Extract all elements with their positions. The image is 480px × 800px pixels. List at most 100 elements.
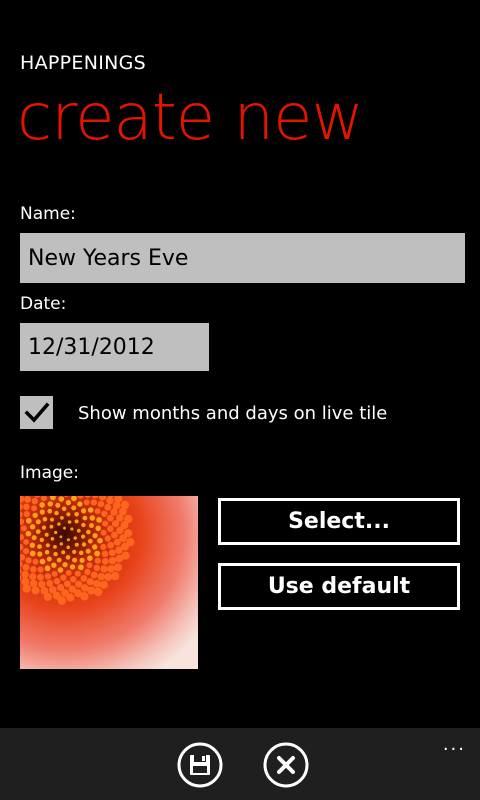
flower-floret [93,564,101,572]
flower-floret [89,515,96,521]
flower-floret [20,525,27,532]
flower-floret [50,537,55,541]
flower-floret [90,499,98,506]
flower-floret [53,551,58,557]
flower-floret [86,562,93,569]
flower-floret [30,566,37,573]
app-bar: ... [0,728,480,800]
flower-floret [86,578,94,586]
flower-floret [72,549,77,554]
date-label: Date: [20,294,67,314]
flower-floret [57,567,64,573]
flower-image [20,496,198,669]
flower-floret [31,505,38,512]
flower-floret [25,530,32,537]
flower-floret [47,501,53,507]
flower-floret [101,558,109,565]
flower-floret [87,555,93,561]
flower-floret [44,573,52,580]
flower-floret [23,539,29,545]
flower-floret [94,557,101,564]
flower-floret [39,558,46,565]
flower-floret [38,580,46,588]
flower-floret [110,531,118,539]
flower-floret [102,520,109,527]
page-title: create new [17,81,364,155]
flower-floret [29,542,35,548]
flower-floret [101,510,108,517]
image-preview [20,496,198,669]
app-title: HAPPENINGS [20,52,147,74]
flower-floret [32,558,39,565]
flower-floret [41,525,47,530]
flower-floret [78,550,84,556]
flower-floret [77,501,83,507]
flower-floret [60,516,64,520]
flower-floret [23,510,30,518]
show-tile-label: Show months and days on live tile [78,403,388,424]
flower-floret [29,579,38,588]
cancel-button[interactable] [262,741,310,789]
flower-floret [35,519,41,525]
flower-floret [31,498,38,505]
flower-floret [32,512,38,518]
flower-floret [93,579,101,588]
flower-floret [23,503,30,511]
save-button[interactable] [176,741,224,789]
flower-floret [21,570,29,579]
flower-floret [81,522,86,528]
flower-floret [47,508,53,514]
flower-floret [66,593,75,602]
flower-floret [63,580,71,588]
flower-floret [65,569,72,576]
select-image-button[interactable]: Select... [218,498,460,545]
flower-floret [25,517,32,524]
flower-floret [70,527,74,531]
show-tile-checkbox[interactable] [20,396,53,429]
flower-floret [39,537,44,543]
flower-floret [101,550,109,558]
flower-floret [51,570,58,577]
flower-floret [22,584,31,593]
flower-floret [63,526,66,530]
use-default-button[interactable]: Use default [218,563,460,610]
flower-floret [74,519,79,524]
flower-floret [95,525,101,532]
flower-floret [50,517,54,522]
flower-floret [80,575,88,582]
flower-floret [124,514,133,524]
flower-floret [22,563,30,571]
flower-floret [70,576,77,583]
flower-floret [100,529,107,536]
flower-floret [54,510,59,516]
date-picker[interactable]: 12/31/2012 [20,323,209,371]
flower-floret [80,592,89,601]
flower-floret [87,586,96,595]
flower-floret [86,529,91,535]
flower-floret [94,587,103,597]
flower-floret [106,514,114,522]
flower-floret [97,500,105,508]
flower-floret [107,565,115,573]
flower-floret [59,542,63,546]
flower-floret [44,532,49,537]
flower-floret [99,580,108,589]
flower-floret [53,545,57,549]
more-menu-button[interactable]: ... [443,736,466,754]
flower-floret [107,541,115,549]
flower-floret [46,556,52,562]
flower-floret [73,536,77,540]
flower-floret [78,564,84,571]
flower-floret [104,503,112,511]
flower-floret [92,533,98,539]
flower-floret [111,571,120,581]
flower-floret [97,572,105,581]
flower-floret [83,499,90,506]
name-field[interactable]: New Years Eve [20,233,465,283]
flower-floret [126,537,135,547]
flower-floret [66,512,71,517]
flower-floret [43,592,52,601]
flower-floret [61,506,67,512]
flower-floret [81,534,86,539]
flower-floret [24,496,32,503]
